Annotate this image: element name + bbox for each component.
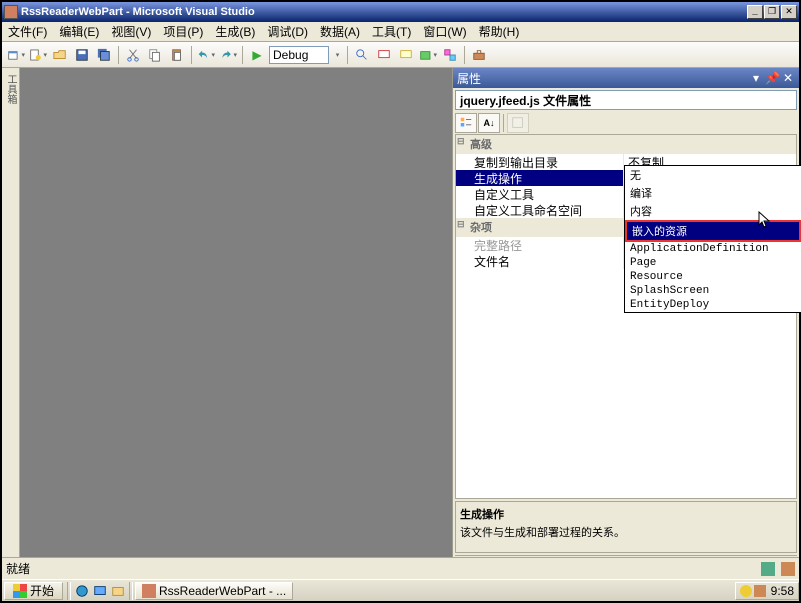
solution-button[interactable]: [418, 45, 438, 65]
menu-bar: 文件(F) 编辑(E) 视图(V) 项目(P) 生成(B) 调试(D) 数据(A…: [2, 22, 799, 42]
taskbar-app-label: RssReaderWebPart - ...: [159, 584, 286, 598]
taskbar-app-button[interactable]: RssReaderWebPart - ...: [135, 582, 293, 600]
restore-button[interactable]: ❐: [764, 5, 780, 19]
property-grid: 高级 复制到输出目录不复制 生成操作嵌入的资源▾ 自定义工具 自定义工具命名空间…: [455, 134, 797, 499]
cut-button[interactable]: [123, 45, 143, 65]
open-button[interactable]: [50, 45, 70, 65]
comment-button[interactable]: [374, 45, 394, 65]
category-advanced[interactable]: 高级: [456, 135, 796, 154]
clock: 9:58: [771, 584, 794, 598]
panel-dropdown-icon[interactable]: ▾: [749, 71, 763, 85]
properties-object-text: jquery.jfeed.js 文件属性: [460, 92, 591, 109]
start-label: 开始: [30, 582, 54, 599]
alphabetical-button[interactable]: A↓: [478, 113, 500, 133]
properties-object-combo[interactable]: jquery.jfeed.js 文件属性: [455, 90, 797, 110]
title-bar: RssReaderWebPart - Microsoft Visual Stud…: [2, 2, 799, 22]
menu-project[interactable]: 项目(P): [157, 21, 209, 42]
properties-title: 属性: [457, 70, 747, 87]
quick-launch-explorer[interactable]: [109, 582, 127, 600]
taskbar: 开始 RssReaderWebPart - ... 9:58: [2, 579, 799, 601]
config-value: Debug: [273, 48, 308, 62]
build-action-dropdown: 无 编译 内容 嵌入的资源 ApplicationDefinition Page…: [624, 165, 801, 313]
toolbox-button[interactable]: [469, 45, 489, 65]
menu-data[interactable]: 数据(A): [314, 21, 366, 42]
tray-icon-1[interactable]: [740, 585, 752, 597]
copy-button[interactable]: [145, 45, 165, 65]
dd-option-entity[interactable]: EntityDeploy: [625, 298, 801, 312]
undo-button[interactable]: [196, 45, 216, 65]
quick-launch-desktop[interactable]: [91, 582, 109, 600]
menu-build[interactable]: 生成(B): [209, 21, 261, 42]
new-project-button[interactable]: [6, 45, 26, 65]
dd-option-compile[interactable]: 编译: [625, 184, 801, 202]
help-desc: 该文件与生成和部署过程的关系。: [460, 524, 792, 540]
properties-titlebar: 属性 ▾ 📌 ✕: [453, 68, 799, 88]
menu-edit[interactable]: 编辑(E): [53, 21, 105, 42]
property-pages-button[interactable]: [507, 113, 529, 133]
system-tray: 9:58: [735, 582, 799, 600]
paste-button[interactable]: [167, 45, 187, 65]
toolbar: ▶ Debug: [2, 42, 799, 68]
status-bar: 就绪: [2, 557, 799, 579]
save-all-button[interactable]: [94, 45, 114, 65]
toolbox-tab[interactable]: 工具箱: [2, 70, 19, 108]
menu-help[interactable]: 帮助(H): [473, 21, 526, 42]
add-item-button[interactable]: [28, 45, 48, 65]
save-button[interactable]: [72, 45, 92, 65]
menu-tools[interactable]: 工具(T): [366, 21, 417, 42]
dd-option-appdef[interactable]: ApplicationDefinition: [625, 242, 801, 256]
status-icon-2: [781, 562, 795, 576]
properties-button[interactable]: [440, 45, 460, 65]
uncomment-button[interactable]: [396, 45, 416, 65]
panel-pin-icon[interactable]: 📌: [765, 71, 779, 85]
window-title: RssReaderWebPart - Microsoft Visual Stud…: [21, 6, 747, 18]
editor-area: [20, 68, 452, 579]
property-help: 生成操作 该文件与生成和部署过程的关系。: [455, 501, 797, 553]
dd-option-content[interactable]: 内容: [625, 202, 801, 220]
tray-icon-2[interactable]: [754, 585, 766, 597]
find-button[interactable]: [352, 45, 372, 65]
status-text: 就绪: [6, 560, 761, 577]
start-button[interactable]: 开始: [4, 582, 63, 600]
properties-panel: 属性 ▾ 📌 ✕ jquery.jfeed.js 文件属性 A↓ 高级 复制到输…: [452, 68, 799, 579]
panel-close-icon[interactable]: ✕: [781, 71, 795, 85]
help-name: 生成操作: [460, 506, 792, 522]
dd-option-resource[interactable]: Resource: [625, 270, 801, 284]
config-dropdown[interactable]: [331, 45, 343, 65]
start-debug-button[interactable]: ▶: [247, 45, 267, 65]
menu-debug[interactable]: 调试(D): [261, 21, 314, 42]
categorized-button[interactable]: [455, 113, 477, 133]
dd-option-none[interactable]: 无: [625, 166, 801, 184]
status-icon-1: [761, 562, 775, 576]
dd-option-embedded[interactable]: 嵌入的资源: [627, 222, 799, 240]
windows-flag-icon: [13, 584, 27, 598]
app-icon: [4, 5, 18, 19]
dd-option-splash[interactable]: SplashScreen: [625, 284, 801, 298]
dd-option-page[interactable]: Page: [625, 256, 801, 270]
menu-file[interactable]: 文件(F): [2, 21, 53, 42]
config-combo[interactable]: Debug: [269, 46, 329, 64]
menu-window[interactable]: 窗口(W): [417, 21, 472, 42]
left-tool-strip: 工具箱: [2, 68, 20, 579]
redo-button[interactable]: [218, 45, 238, 65]
minimize-button[interactable]: _: [747, 5, 763, 19]
properties-toolbar: A↓: [455, 112, 797, 134]
quick-launch-ie[interactable]: [73, 582, 91, 600]
menu-view[interactable]: 视图(V): [105, 21, 157, 42]
taskbar-app-icon: [142, 584, 156, 598]
close-button[interactable]: ✕: [781, 5, 797, 19]
